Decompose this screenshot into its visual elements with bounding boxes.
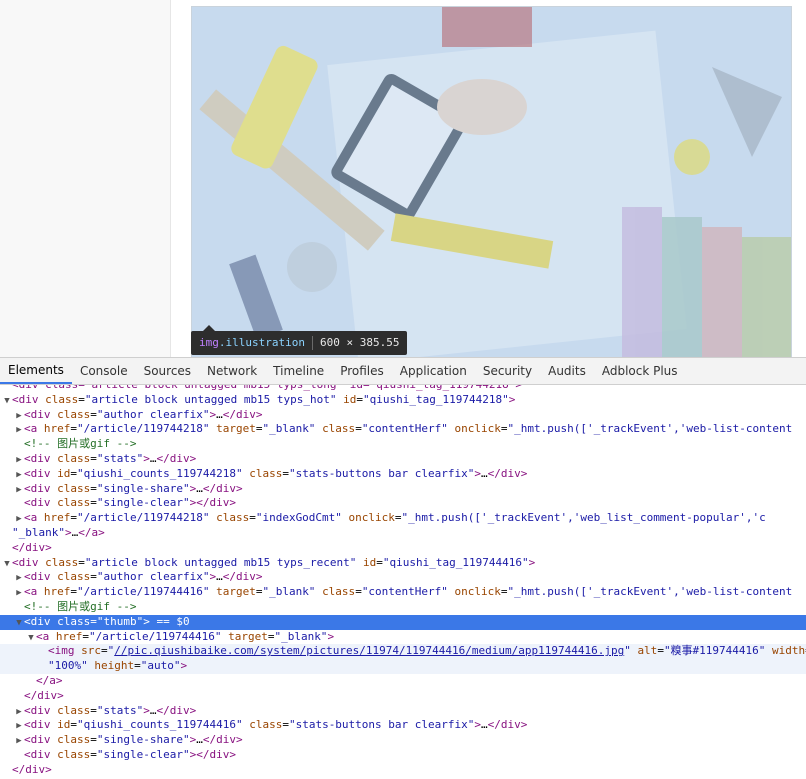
tooltip-divider <box>311 336 313 350</box>
dom-node-text: <div class="single-clear"></div> <box>24 747 236 761</box>
expand-triangle-closed-icon[interactable]: ▶ <box>14 571 24 586</box>
dom-node-line[interactable]: ▶ <div id="qiushi_counts_119744416" class… <box>0 718 806 733</box>
dom-node-text: <a href="/article/119744218" target="_bl… <box>24 422 793 436</box>
dom-node-text: "_blank">…</a> <box>12 525 105 539</box>
dom-node-line[interactable]: </div> <box>0 689 806 704</box>
dom-node-text: </div> <box>12 540 52 554</box>
expand-triangle-open-icon[interactable]: ▼ <box>14 616 24 631</box>
dom-node-text: <a href="/article/119744416" target="_bl… <box>36 629 335 643</box>
dom-tree: <div class="article block untagged mb15 … <box>0 385 806 779</box>
page-viewport: img.illustration 600 × 385.55 <box>0 0 806 357</box>
dom-node-line[interactable]: ▶ <div id="qiushi_counts_119744218" class… <box>0 467 806 482</box>
dom-node-line[interactable]: ▼ <div class="article block untagged mb15… <box>0 556 806 571</box>
element-size-tooltip: img.illustration 600 × 385.55 <box>191 325 408 355</box>
tooltip-size: 600 × 385.55 <box>319 336 400 349</box>
tab-network[interactable]: Network <box>199 358 265 384</box>
dom-node-text: <a href="/article/119744416" target="_bl… <box>24 585 793 599</box>
dom-node-text: <div class="author clearfix">…</div> <box>24 407 263 421</box>
dom-node-text: <div id="qiushi_counts_119744416" class=… <box>24 718 528 732</box>
dom-node-text: <div class="stats">…</div> <box>24 451 197 465</box>
dom-node-line[interactable]: ▼ <div class="article block untagged mb15… <box>0 393 806 408</box>
expand-triangle-closed-icon[interactable]: ▶ <box>14 705 24 720</box>
dom-node-text: <div class="author clearfix">…</div> <box>24 570 263 584</box>
tab-application[interactable]: Application <box>392 358 475 384</box>
expand-triangle-open-icon[interactable]: ▼ <box>2 394 12 409</box>
dom-node-text: </div> <box>24 688 64 702</box>
dom-node-text: <div class="article block untagged mb15 … <box>12 385 522 391</box>
dom-node-line[interactable]: <img src="//pic.qiushibaike.com/system/p… <box>0 644 806 660</box>
dom-node-line[interactable]: <!-- 图片或gif --> <box>0 600 806 615</box>
expand-triangle-open-icon[interactable]: ▼ <box>2 557 12 572</box>
expand-triangle-open-icon[interactable]: ▼ <box>26 631 36 646</box>
expand-triangle-closed-icon[interactable]: ▶ <box>14 483 24 498</box>
dom-node-line[interactable]: <div class="single-clear"></div> <box>0 748 806 763</box>
dom-node-text: <img src="//pic.qiushibaike.com/system/p… <box>48 644 806 658</box>
tab-console[interactable]: Console <box>72 358 136 384</box>
dom-node-line[interactable]: ▶ <a href="/article/119744218" target="_b… <box>0 422 806 437</box>
dom-node-line[interactable]: ▼ <a href="/article/119744416" target="_b… <box>0 630 806 645</box>
dom-node-text: <div class="single-clear"></div> <box>24 496 236 510</box>
dom-node-text: <!-- 图片或gif --> <box>24 437 137 451</box>
tab-elements[interactable]: Elements <box>0 358 72 384</box>
dom-node-line[interactable]: </div> <box>0 763 806 778</box>
devtools-tabbar: Elements Console Sources Network Timelin… <box>0 358 806 385</box>
dom-node-line[interactable]: <div class="single-clear"></div> <box>0 496 806 511</box>
expand-triangle-closed-icon[interactable]: ▶ <box>14 719 24 734</box>
dom-node-text: <div class="thumb"> == $0 <box>24 614 190 628</box>
dom-node-line[interactable]: ▶ <div class="single-share">…</div> <box>0 482 806 497</box>
dom-node-line[interactable]: <!-- 图片或gif --> <box>0 437 806 452</box>
expand-triangle-closed-icon[interactable]: ▶ <box>14 453 24 468</box>
dom-node-line[interactable]: ▶ <div class="single-share">…</div> <box>0 733 806 748</box>
dom-node-line[interactable]: ▶ <a href="/article/119744416" target="_b… <box>0 585 806 600</box>
expand-triangle-closed-icon[interactable]: ▶ <box>14 468 24 483</box>
tab-security[interactable]: Security <box>475 358 540 384</box>
dom-node-text: "100%" height="auto"> <box>48 659 188 673</box>
dom-node-text: <div class="article block untagged mb15 … <box>12 392 516 406</box>
tab-profiles[interactable]: Profiles <box>332 358 392 384</box>
expand-triangle-closed-icon[interactable]: ▶ <box>14 409 24 424</box>
dom-node-line[interactable]: ▶ <div class="author clearfix">…</div> <box>0 408 806 423</box>
dom-node-line[interactable]: ▶ <div class="stats">…</div> <box>0 452 806 467</box>
dom-node-text: </div> <box>12 762 52 776</box>
dom-node-selected[interactable]: ▼ <div class="thumb"> == $0 <box>0 614 806 631</box>
expand-triangle-closed-icon[interactable]: ▶ <box>14 734 24 749</box>
dom-node-text: <div class="stats">…</div> <box>24 703 197 717</box>
dom-node-line[interactable]: "100%" height="auto"> <box>0 659 806 674</box>
page-left-column <box>0 0 171 357</box>
tab-sources[interactable]: Sources <box>136 358 199 384</box>
tooltip-tag: img <box>199 336 219 349</box>
expand-triangle-closed-icon[interactable]: ▶ <box>14 423 24 438</box>
tab-audits[interactable]: Audits <box>540 358 594 384</box>
dom-node-line[interactable]: ▶ <div class="stats">…</div> <box>0 704 806 719</box>
expand-triangle-closed-icon[interactable]: ▶ <box>14 586 24 601</box>
tab-timeline[interactable]: Timeline <box>265 358 332 384</box>
desk-illustration <box>192 7 791 357</box>
dom-node-line[interactable]: </div> <box>0 541 806 556</box>
devtools-panel: Elements Console Sources Network Timelin… <box>0 357 806 779</box>
dom-node-line[interactable]: ▶ <a href="/article/119744218" class="ind… <box>0 511 806 526</box>
dom-node-text: <div class="single-share">…</div> <box>24 733 243 747</box>
dom-node-text: <div class="article block untagged mb15 … <box>12 555 536 569</box>
dom-node-line[interactable]: <div class="article block untagged mb15 … <box>0 385 806 393</box>
tab-adblock-plus[interactable]: Adblock Plus <box>594 358 686 384</box>
dom-node-line[interactable]: "_blank">…</a> <box>0 526 806 541</box>
expand-triangle-closed-icon[interactable]: ▶ <box>14 512 24 527</box>
dom-node-text: <div id="qiushi_counts_119744218" class=… <box>24 466 528 480</box>
dom-node-text: <a href="/article/119744218" class="inde… <box>24 511 766 525</box>
dom-node-line[interactable]: </a> <box>0 674 806 689</box>
dom-node-text: </a> <box>36 673 63 687</box>
tooltip-class: .illustration <box>218 336 305 349</box>
dom-node-line[interactable]: ▶ <div class="author clearfix">…</div> <box>0 570 806 585</box>
dom-node-text: <div class="single-share">…</div> <box>24 481 243 495</box>
dom-node-text: <!-- 图片或gif --> <box>24 599 137 613</box>
illustration-image[interactable] <box>191 6 792 357</box>
